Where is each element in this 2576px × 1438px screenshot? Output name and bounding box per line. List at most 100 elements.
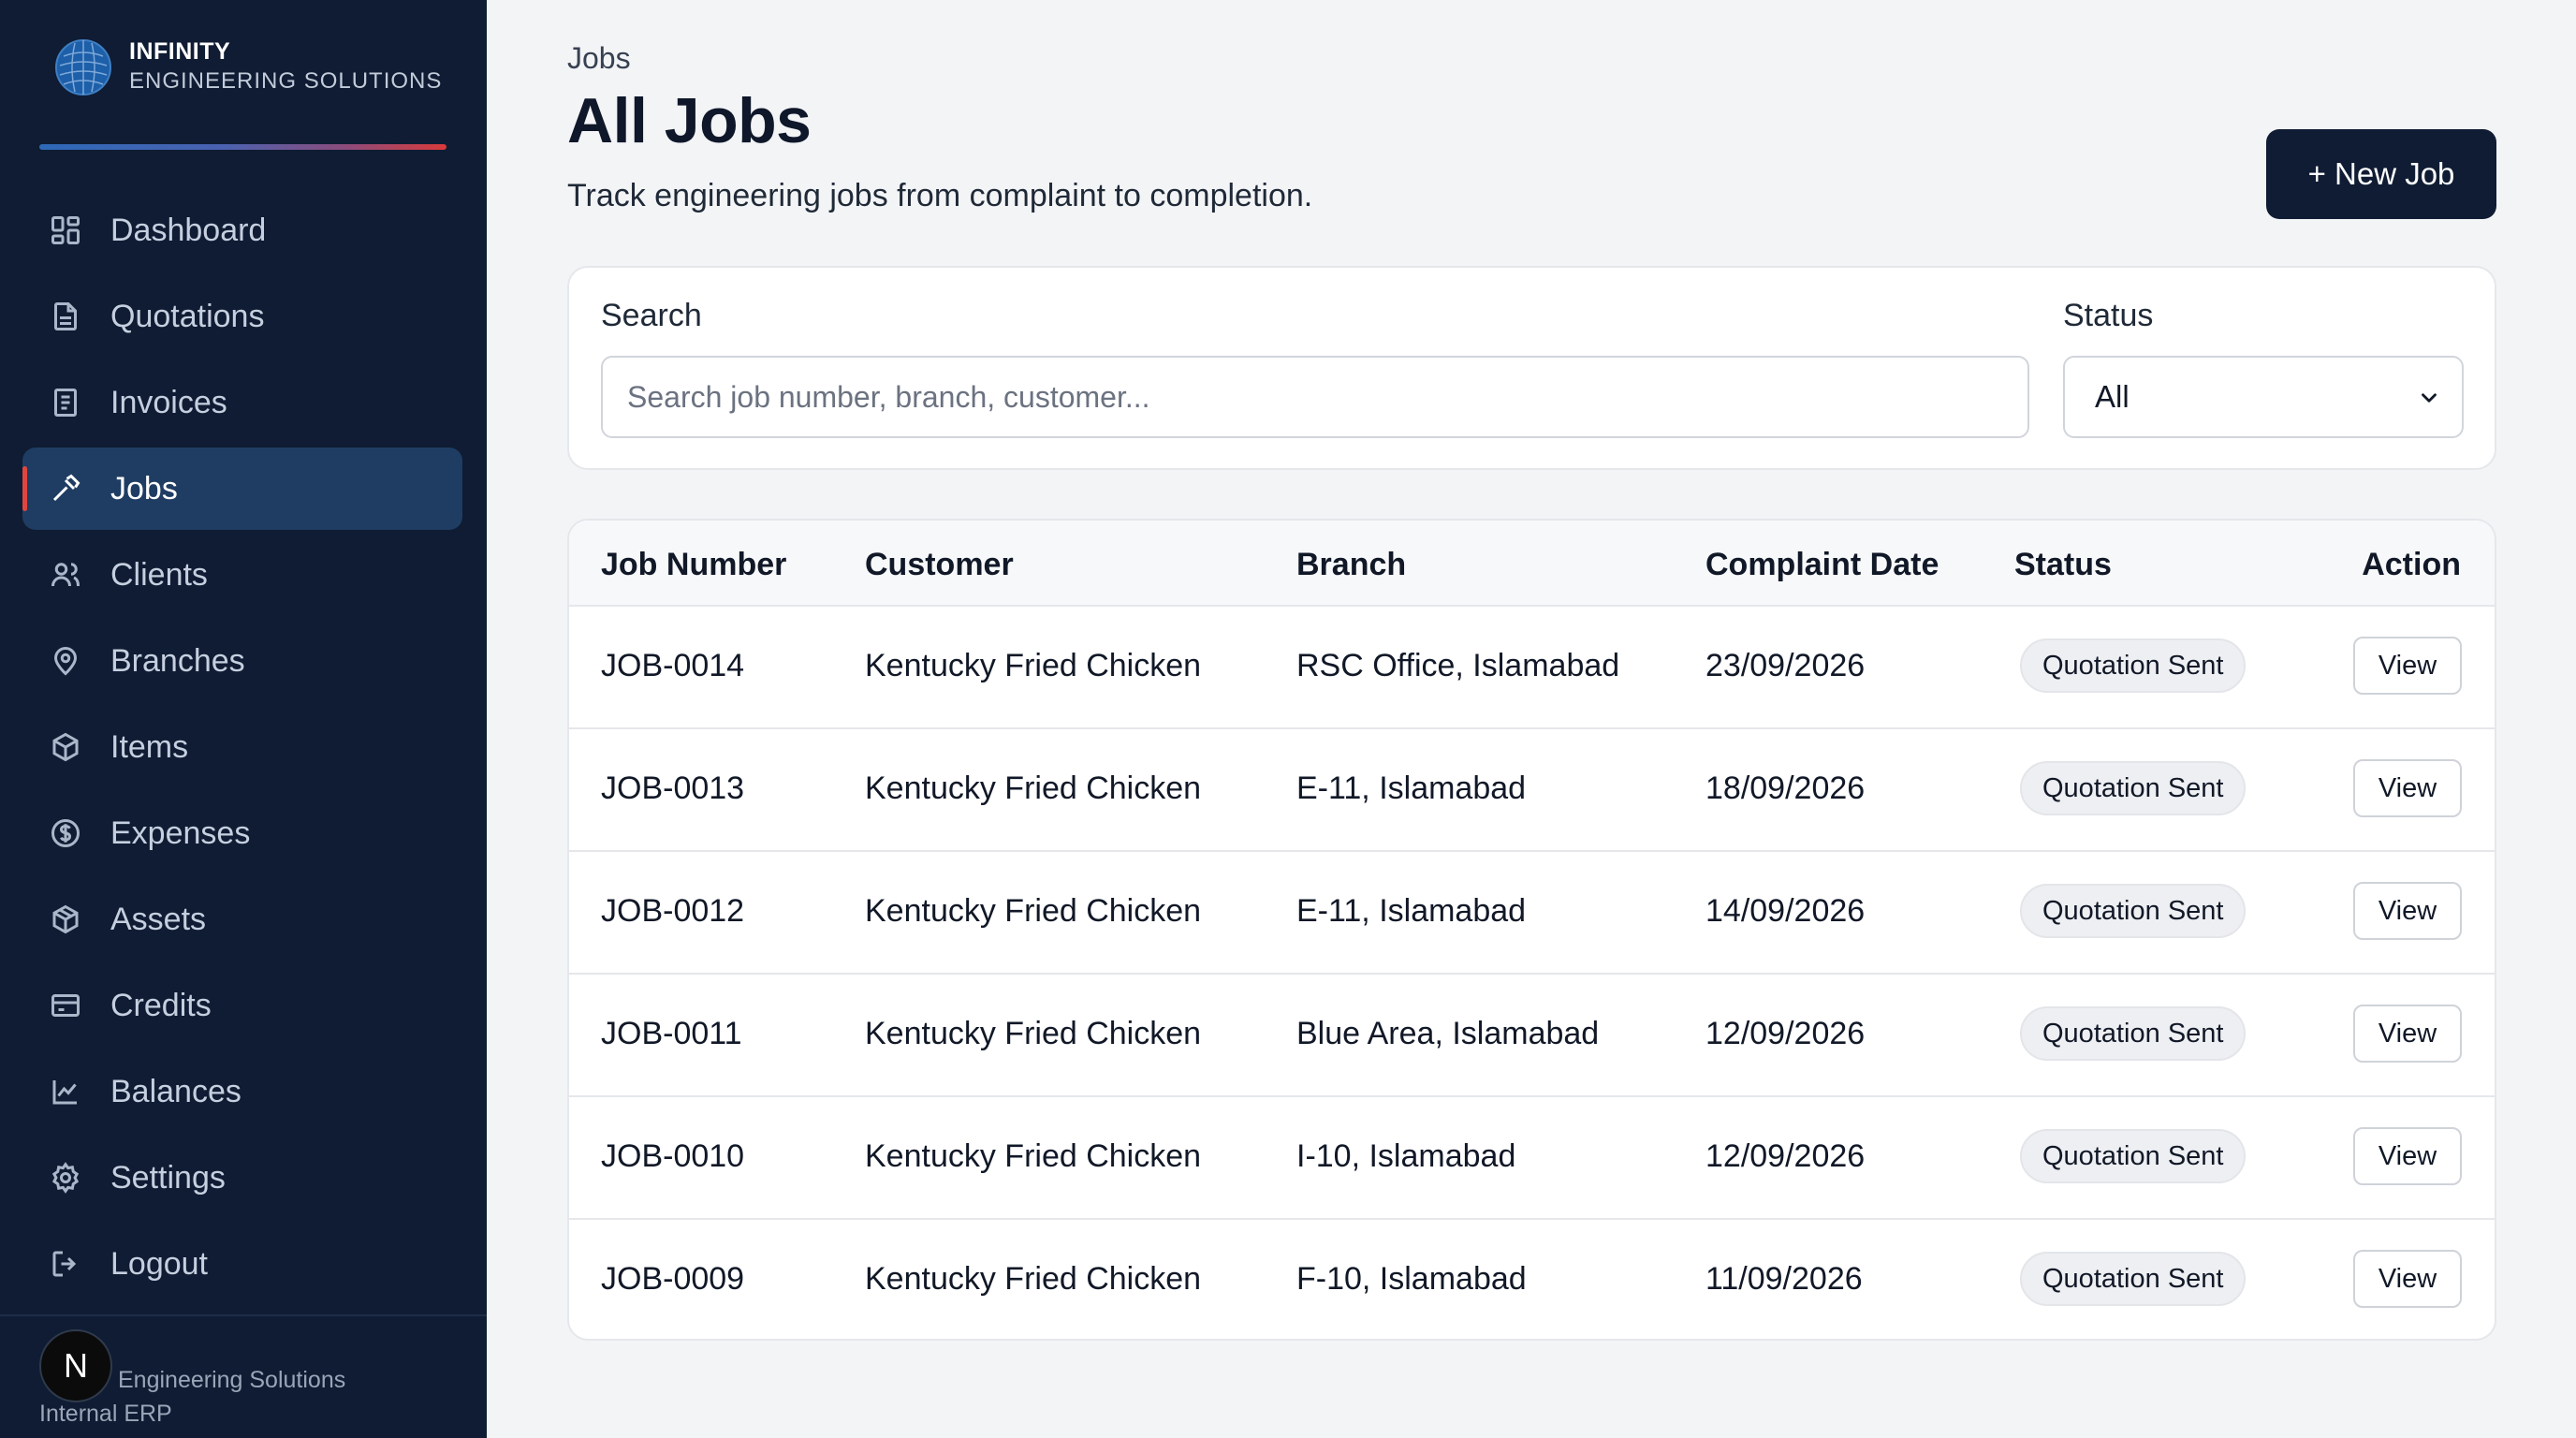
customer-cell: Kentucky Fried Chicken <box>865 1261 1202 1297</box>
jobs-table: Job Number Customer Branch Complaint Dat… <box>567 519 2496 1341</box>
table-row[interactable]: JOB-0013 Kentucky Fried Chicken E-11, Is… <box>569 729 2495 852</box>
map-pin-icon <box>49 644 82 678</box>
brand[interactable]: INFINITY ENGINEERING SOLUTIONS <box>54 36 442 99</box>
sidebar-item-branches[interactable]: Branches <box>22 620 462 702</box>
sidebar-item-label: Assets <box>110 901 207 937</box>
receipt-icon <box>49 386 82 419</box>
table-row[interactable]: JOB-0012 Kentucky Fried Chicken E-11, Is… <box>569 852 2495 975</box>
box-icon <box>49 730 82 764</box>
job-number-cell: JOB-0011 <box>601 1016 742 1051</box>
branch-cell: Blue Area, Islamabad <box>1296 1016 1600 1051</box>
footer-system: Internal ERP <box>39 1401 172 1427</box>
avatar[interactable]: N <box>39 1329 112 1402</box>
new-job-button[interactable]: + New Job <box>2266 129 2496 219</box>
dashboard-grid-icon <box>49 213 82 247</box>
logout-icon <box>49 1247 82 1281</box>
sidebar-item-balances[interactable]: Balances <box>22 1050 462 1133</box>
column-header-status[interactable]: Status <box>2014 547 2112 583</box>
view-button[interactable]: View <box>2353 1250 2462 1308</box>
view-button[interactable]: View <box>2353 759 2462 817</box>
brand-name: INFINITY <box>129 38 231 65</box>
sidebar-item-logout[interactable]: Logout <box>22 1223 462 1305</box>
users-icon <box>49 558 82 592</box>
search-label: Search <box>601 298 702 333</box>
brand-accent-bar <box>39 144 446 150</box>
sidebar-item-label: Jobs <box>110 470 178 506</box>
complaint-date-cell: 18/09/2026 <box>1705 770 1866 806</box>
sidebar-nav: Dashboard Quotations Invoices Jobs Clien… <box>22 189 462 1309</box>
sidebar-item-expenses[interactable]: Expenses <box>22 792 462 874</box>
complaint-date-cell: 12/09/2026 <box>1705 1138 1866 1174</box>
sidebar-item-quotations[interactable]: Quotations <box>22 275 462 358</box>
status-badge: Quotation Sent <box>2020 1006 2247 1061</box>
document-icon <box>49 300 82 333</box>
table-header: Job Number Customer Branch Complaint Dat… <box>569 521 2495 607</box>
complaint-date-cell: 12/09/2026 <box>1705 1016 1866 1051</box>
branch-cell: I-10, Islamabad <box>1296 1138 1516 1174</box>
sidebar-item-label: Items <box>110 728 189 765</box>
dollar-circle-icon <box>49 816 82 850</box>
sidebar-item-clients[interactable]: Clients <box>22 534 462 616</box>
column-header-job-number[interactable]: Job Number <box>601 547 786 583</box>
job-number-cell: JOB-0009 <box>601 1261 745 1297</box>
view-button[interactable]: View <box>2353 882 2462 940</box>
credit-card-icon <box>49 989 82 1022</box>
view-button[interactable]: View <box>2353 637 2462 695</box>
sidebar-item-settings[interactable]: Settings <box>22 1137 462 1219</box>
sidebar-item-jobs[interactable]: Jobs <box>22 448 462 530</box>
status-badge: Quotation Sent <box>2020 638 2247 693</box>
status-label: Status <box>2063 298 2154 333</box>
complaint-date-cell: 11/09/2026 <box>1705 1261 1863 1297</box>
job-number-cell: JOB-0010 <box>601 1138 745 1174</box>
column-header-complaint-date[interactable]: Complaint Date <box>1705 547 1939 583</box>
chevron-down-icon <box>2422 393 2437 403</box>
table-row[interactable]: JOB-0010 Kentucky Fried Chicken I-10, Is… <box>569 1097 2495 1220</box>
customer-cell: Kentucky Fried Chicken <box>865 648 1202 683</box>
customer-cell: Kentucky Fried Chicken <box>865 893 1202 929</box>
complaint-date-cell: 23/09/2026 <box>1705 648 1866 683</box>
status-badge: Quotation Sent <box>2020 884 2247 938</box>
view-button[interactable]: View <box>2353 1127 2462 1185</box>
sidebar-item-label: Credits <box>110 987 212 1023</box>
page-title: All Jobs <box>567 85 812 156</box>
status-badge: Quotation Sent <box>2020 1252 2247 1306</box>
complaint-date-cell: 14/09/2026 <box>1705 893 1866 929</box>
status-badge: Quotation Sent <box>2020 1129 2247 1183</box>
branch-cell: RSC Office, Islamabad <box>1296 648 1620 683</box>
column-header-customer[interactable]: Customer <box>865 547 1014 583</box>
status-select[interactable]: All <box>2063 356 2464 438</box>
sidebar-item-assets[interactable]: Assets <box>22 878 462 961</box>
sidebar-item-items[interactable]: Items <box>22 706 462 788</box>
breadcrumb[interactable]: Jobs <box>567 41 631 76</box>
sidebar-divider <box>0 1314 487 1316</box>
customer-cell: Kentucky Fried Chicken <box>865 770 1202 806</box>
branch-cell: F-10, Islamabad <box>1296 1261 1527 1297</box>
view-button[interactable]: View <box>2353 1005 2462 1063</box>
footer-company: Engineering Solutions <box>118 1367 346 1393</box>
page-subtitle: Track engineering jobs from complaint to… <box>567 178 1313 213</box>
sidebar-item-label: Balances <box>110 1073 242 1109</box>
sidebar-item-label: Settings <box>110 1159 226 1196</box>
status-select-value: All <box>2095 379 2130 414</box>
table-row[interactable]: JOB-0009 Kentucky Fried Chicken F-10, Is… <box>569 1220 2495 1339</box>
sidebar-item-label: Invoices <box>110 384 227 420</box>
search-input[interactable] <box>601 356 2029 438</box>
brand-subtitle: ENGINEERING SOLUTIONS <box>129 68 443 94</box>
sidebar-item-invoices[interactable]: Invoices <box>22 361 462 444</box>
table-row[interactable]: JOB-0014 Kentucky Fried Chicken RSC Offi… <box>569 607 2495 729</box>
sidebar-item-credits[interactable]: Credits <box>22 964 462 1047</box>
sidebar-item-label: Quotations <box>110 298 265 334</box>
hammer-icon <box>49 472 82 506</box>
gear-icon <box>49 1161 82 1195</box>
table-row[interactable]: JOB-0011 Kentucky Fried Chicken Blue Are… <box>569 975 2495 1097</box>
sidebar-item-dashboard[interactable]: Dashboard <box>22 189 462 271</box>
customer-cell: Kentucky Fried Chicken <box>865 1016 1202 1051</box>
sidebar-item-label: Clients <box>110 556 208 593</box>
main-content: Jobs All Jobs Track engineering jobs fro… <box>487 0 2576 1438</box>
column-header-branch[interactable]: Branch <box>1296 547 1406 583</box>
branch-cell: E-11, Islamabad <box>1296 893 1527 929</box>
job-number-cell: JOB-0012 <box>601 893 745 929</box>
job-number-cell: JOB-0014 <box>601 648 745 683</box>
sidebar-item-label: Expenses <box>110 814 251 851</box>
job-number-cell: JOB-0013 <box>601 770 745 806</box>
